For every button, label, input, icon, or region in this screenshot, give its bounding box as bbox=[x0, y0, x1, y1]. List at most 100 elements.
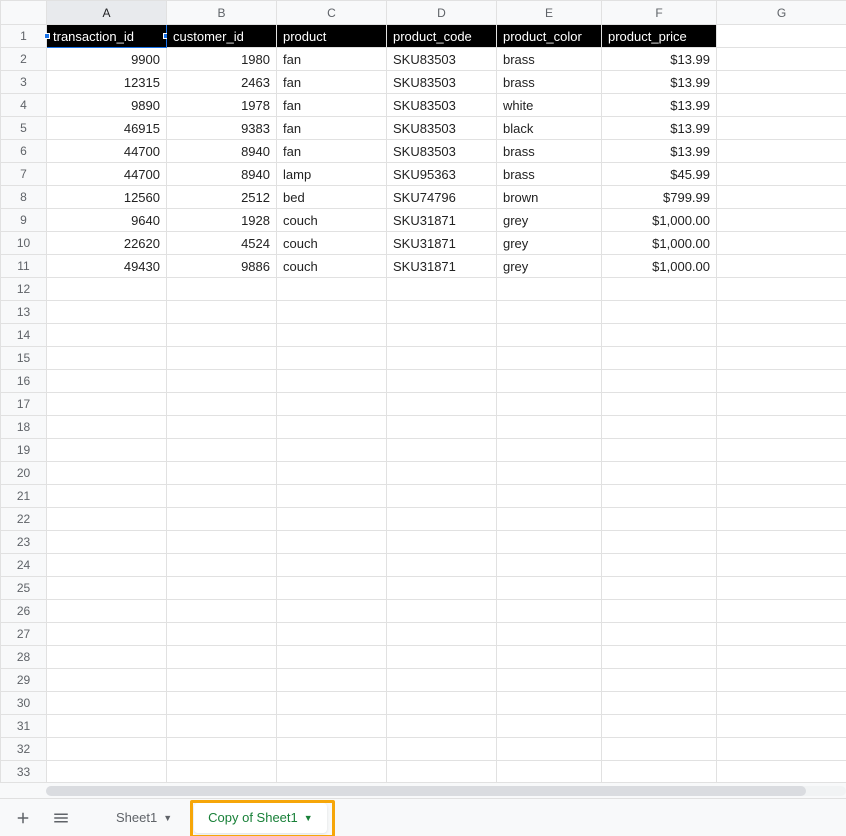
select-all-corner[interactable] bbox=[1, 1, 47, 25]
cell[interactable] bbox=[277, 347, 387, 370]
cell[interactable] bbox=[717, 715, 846, 738]
cell[interactable]: 49430 bbox=[47, 255, 167, 278]
cell[interactable] bbox=[717, 370, 846, 393]
cell[interactable] bbox=[717, 163, 846, 186]
cell[interactable]: $1,000.00 bbox=[602, 232, 717, 255]
cell[interactable] bbox=[497, 347, 602, 370]
cell[interactable]: 44700 bbox=[47, 140, 167, 163]
cell[interactable]: 9890 bbox=[47, 94, 167, 117]
cell[interactable] bbox=[497, 600, 602, 623]
cell[interactable] bbox=[277, 439, 387, 462]
cell[interactable] bbox=[47, 692, 167, 715]
cell[interactable]: 12315 bbox=[47, 71, 167, 94]
cell[interactable] bbox=[717, 232, 846, 255]
cell[interactable] bbox=[167, 508, 277, 531]
cell[interactable] bbox=[387, 278, 497, 301]
cell[interactable] bbox=[167, 646, 277, 669]
row-header[interactable]: 18 bbox=[1, 416, 47, 439]
cell[interactable] bbox=[497, 439, 602, 462]
cell[interactable] bbox=[497, 577, 602, 600]
cell[interactable]: 9900 bbox=[47, 48, 167, 71]
cell[interactable] bbox=[387, 531, 497, 554]
row-header[interactable]: 25 bbox=[1, 577, 47, 600]
cell[interactable]: SKU83503 bbox=[387, 117, 497, 140]
cell[interactable] bbox=[47, 554, 167, 577]
row-header[interactable]: 19 bbox=[1, 439, 47, 462]
cell[interactable] bbox=[387, 738, 497, 761]
cell[interactable] bbox=[167, 278, 277, 301]
cell[interactable] bbox=[602, 715, 717, 738]
cell[interactable]: transaction_id bbox=[47, 25, 167, 48]
cell[interactable] bbox=[602, 531, 717, 554]
cell[interactable]: brass bbox=[497, 71, 602, 94]
cell[interactable] bbox=[497, 370, 602, 393]
cell[interactable] bbox=[47, 761, 167, 783]
cell[interactable] bbox=[47, 531, 167, 554]
cell[interactable] bbox=[167, 600, 277, 623]
cell[interactable] bbox=[602, 439, 717, 462]
cell[interactable]: fan bbox=[277, 48, 387, 71]
cell[interactable] bbox=[277, 600, 387, 623]
cell[interactable] bbox=[717, 577, 846, 600]
cell[interactable]: $13.99 bbox=[602, 71, 717, 94]
cell[interactable]: product bbox=[277, 25, 387, 48]
cell[interactable]: fan bbox=[277, 71, 387, 94]
cell[interactable] bbox=[387, 416, 497, 439]
cell[interactable] bbox=[277, 669, 387, 692]
cell[interactable] bbox=[47, 393, 167, 416]
cell[interactable] bbox=[387, 692, 497, 715]
col-header-G[interactable]: G bbox=[717, 1, 846, 25]
cell[interactable]: 46915 bbox=[47, 117, 167, 140]
cell[interactable] bbox=[717, 117, 846, 140]
cell[interactable]: SKU31871 bbox=[387, 209, 497, 232]
cell[interactable] bbox=[47, 301, 167, 324]
cell[interactable]: bed bbox=[277, 186, 387, 209]
cell[interactable] bbox=[277, 370, 387, 393]
cell[interactable] bbox=[717, 324, 846, 347]
cell[interactable]: $13.99 bbox=[602, 48, 717, 71]
cell[interactable] bbox=[387, 669, 497, 692]
cell[interactable]: 2463 bbox=[167, 71, 277, 94]
cell[interactable] bbox=[277, 508, 387, 531]
cell[interactable] bbox=[387, 600, 497, 623]
cell[interactable]: $13.99 bbox=[602, 117, 717, 140]
cell[interactable] bbox=[717, 462, 846, 485]
cell[interactable] bbox=[497, 278, 602, 301]
cell[interactable]: $45.99 bbox=[602, 163, 717, 186]
cell[interactable] bbox=[277, 623, 387, 646]
cell[interactable] bbox=[497, 485, 602, 508]
cell[interactable] bbox=[717, 25, 846, 48]
cell[interactable] bbox=[47, 600, 167, 623]
cell[interactable]: 12560 bbox=[47, 186, 167, 209]
cell[interactable]: $13.99 bbox=[602, 94, 717, 117]
cell[interactable]: 22620 bbox=[47, 232, 167, 255]
row-header[interactable]: 8 bbox=[1, 186, 47, 209]
row-header[interactable]: 28 bbox=[1, 646, 47, 669]
cell[interactable] bbox=[167, 301, 277, 324]
sheet-tab-copy-of-sheet1[interactable]: Copy of Sheet1 ▼ bbox=[194, 803, 327, 833]
cell[interactable] bbox=[277, 738, 387, 761]
cell[interactable] bbox=[602, 301, 717, 324]
cell[interactable] bbox=[602, 669, 717, 692]
cell[interactable] bbox=[717, 692, 846, 715]
chevron-down-icon[interactable]: ▼ bbox=[163, 813, 172, 823]
cell[interactable] bbox=[277, 646, 387, 669]
cell[interactable]: fan bbox=[277, 117, 387, 140]
cell[interactable] bbox=[387, 715, 497, 738]
cell[interactable] bbox=[602, 692, 717, 715]
cell[interactable] bbox=[277, 324, 387, 347]
col-header-E[interactable]: E bbox=[497, 1, 602, 25]
cell[interactable] bbox=[277, 393, 387, 416]
cell[interactable] bbox=[497, 416, 602, 439]
cell[interactable]: 9886 bbox=[167, 255, 277, 278]
cell[interactable]: 1928 bbox=[167, 209, 277, 232]
cell[interactable] bbox=[602, 324, 717, 347]
cell[interactable] bbox=[717, 94, 846, 117]
cell[interactable] bbox=[387, 439, 497, 462]
cell[interactable] bbox=[717, 209, 846, 232]
cell[interactable] bbox=[47, 416, 167, 439]
cell[interactable] bbox=[497, 554, 602, 577]
row-header[interactable]: 27 bbox=[1, 623, 47, 646]
cell[interactable]: product_color bbox=[497, 25, 602, 48]
cell[interactable]: grey bbox=[497, 232, 602, 255]
